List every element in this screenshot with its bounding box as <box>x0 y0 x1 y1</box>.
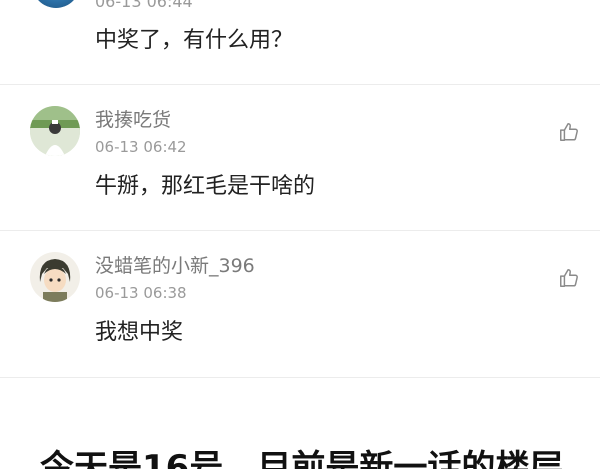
avatar[interactable] <box>30 252 80 302</box>
comment-text: 中奖了，有什么用？ <box>95 28 294 53</box>
avatar[interactable] <box>30 106 80 156</box>
comment-username[interactable]: 我揍吃货 <box>95 107 171 133</box>
comment-timestamp: 06-13 06:42 <box>95 138 187 156</box>
thumbs-up-icon[interactable] <box>558 121 580 143</box>
comment-text: 牛掰，那红毛是干啥的 <box>95 174 316 199</box>
comment-text: 我想中奖 <box>95 320 184 345</box>
thumbs-up-icon[interactable] <box>558 267 580 289</box>
comment-item: 没蜡笔的小新_396 06-13 06:38 我想中奖 <box>0 231 600 376</box>
article-text: 今天是16号，目前是新一话的楼层 <box>40 448 564 469</box>
comment-timestamp: 06-13 06:38 <box>95 284 187 302</box>
comment-item: 我揍吃货 06-13 06:42 牛掰，那红毛是干啥的 <box>0 85 600 230</box>
comment-username[interactable]: 没蜡笔的小新_396 <box>95 253 255 279</box>
comment-timestamp: 06-13 06:44 <box>95 0 193 11</box>
comment-feed: 06-13 06:44 中奖了，有什么用？ 我揍吃货 06-13 06:42 牛… <box>0 0 600 469</box>
avatar[interactable] <box>32 0 80 8</box>
divider <box>0 377 600 378</box>
